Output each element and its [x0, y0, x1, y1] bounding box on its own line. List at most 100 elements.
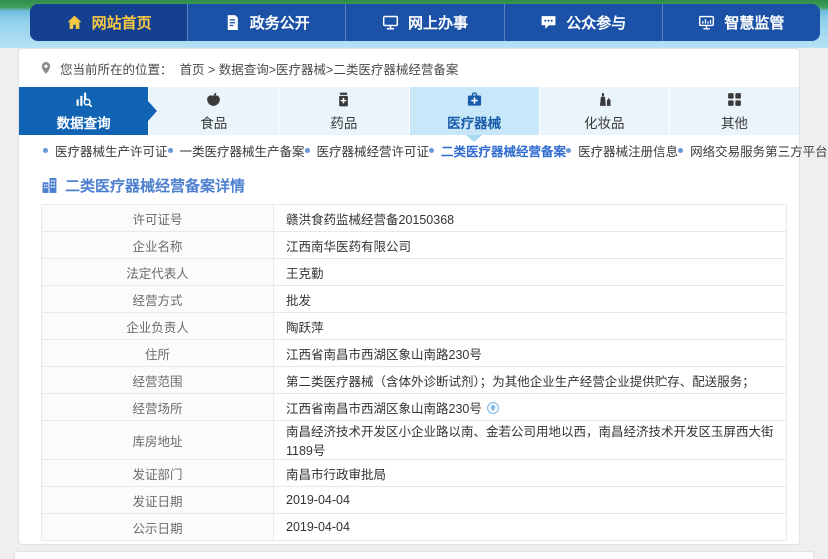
document-icon: [224, 14, 241, 31]
top-nav: 网站首页 政务公开 网上办事 公众参与 智慧监管: [30, 4, 820, 41]
row-value: 江西南华医药有限公司: [274, 232, 787, 259]
tab-5[interactable]: 化妆品: [540, 87, 670, 135]
row-value-text: 第二类医疗器械（含体外诊断试剂）；为其他企业生产经营企业提供贮存、配送服务；: [286, 375, 755, 389]
detail-table-body: 许可证号赣洪食药监械经营备20150368企业名称江西南华医药有限公司法定代表人…: [42, 205, 787, 541]
content-panel: 您当前所在的位置： 首页 > 数据查询>医疗器械>二类医疗器械经营备案 数据查询…: [18, 48, 800, 545]
breadcrumb: 您当前所在的位置： 首页 > 数据查询>医疗器械>二类医疗器械经营备案: [19, 49, 799, 87]
tab-6[interactable]: 其他: [670, 87, 799, 135]
detail-table: 许可证号赣洪食药监械经营备20150368企业名称江西南华医药有限公司法定代表人…: [41, 204, 787, 541]
tab-1[interactable]: 数据查询: [19, 87, 149, 135]
table-row: 企业负责人陶跃萍: [42, 313, 787, 340]
row-value: 赣洪食药监械经营备20150368: [274, 205, 787, 232]
row-value-text: 江西省南昌市西湖区象山南路230号: [286, 402, 482, 416]
subnav-item-label: 医疗器械注册信息: [578, 141, 678, 160]
table-row: 经营方式批发: [42, 286, 787, 313]
nav-item-5[interactable]: 智慧监管: [662, 4, 820, 41]
table-row: 发证日期 2019-04-04: [42, 487, 787, 514]
subnav-item-label: 二类医疗器械经营备案: [441, 141, 566, 160]
row-label: 库房地址: [42, 421, 274, 460]
medical-device-icon: [466, 91, 483, 108]
row-label: 许可证号: [42, 205, 274, 232]
sub-nav: 医疗器械生产许可证一类医疗器械生产备案医疗器械经营许可证二类医疗器械经营备案医疗…: [19, 135, 799, 165]
tab-2[interactable]: 食品: [149, 87, 279, 135]
nav-item-4[interactable]: 公众参与: [504, 4, 662, 41]
bullet-dot-icon: [305, 148, 310, 153]
subnav-item-2[interactable]: 一类医疗器械生产备案: [168, 141, 305, 160]
speech-bubble-icon: [540, 14, 557, 31]
subnav-item-label: 医疗器械生产许可证: [55, 141, 168, 160]
tab-label: 药品: [330, 112, 357, 132]
row-value: 2019-04-04: [274, 514, 787, 541]
row-label: 住所: [42, 340, 274, 367]
row-value: 南昌经济技术开发区小企业路以南、金若公司用地以西，南昌经济技术开发区玉屏西大街1…: [274, 421, 787, 460]
nav-item-label: 政务公开: [250, 12, 310, 33]
table-row: 住所江西省南昌市西湖区象山南路230号: [42, 340, 787, 367]
nav-item-label: 智慧监管: [724, 12, 784, 33]
nav-item-1[interactable]: 网站首页: [30, 4, 187, 41]
table-row: 许可证号赣洪食药监械经营备20150368: [42, 205, 787, 232]
bullet-dot-icon: [43, 148, 48, 153]
row-value-text: 南昌市行政审批局: [286, 468, 386, 482]
subnav-item-3[interactable]: 医疗器械经营许可证: [305, 141, 430, 160]
row-value-text: 江西南华医药有限公司: [286, 240, 411, 254]
row-value-text: 2019-04-04: [286, 493, 350, 507]
subnav-item-5[interactable]: 医疗器械注册信息: [566, 141, 678, 160]
nav-item-3[interactable]: 网上办事: [345, 4, 503, 41]
category-tabs: 数据查询 食品 药品 医疗器械 化妆品 其他: [19, 87, 799, 135]
row-value-text: 江西省南昌市西湖区象山南路230号: [286, 348, 482, 362]
location-pin-icon: [39, 61, 53, 75]
table-row: 经营范围第二类医疗器械（含体外诊断试剂）；为其他企业生产经营企业提供贮存、配送服…: [42, 367, 787, 394]
row-value: 南昌市行政审批局: [274, 460, 787, 487]
table-row: 经营场所江西省南昌市西湖区象山南路230号: [42, 394, 787, 421]
row-value: 江西省南昌市西湖区象山南路230号: [274, 394, 787, 421]
monitor-icon: [382, 14, 399, 31]
cosmetics-icon: [596, 91, 613, 108]
location-circle-icon[interactable]: [486, 401, 500, 415]
nav-item-2[interactable]: 政务公开: [187, 4, 345, 41]
table-row: 法定代表人王克勤: [42, 259, 787, 286]
tab-3[interactable]: 药品: [279, 87, 409, 135]
breadcrumb-prefix: 您当前所在的位置：: [60, 59, 173, 78]
table-row: 发证部门南昌市行政审批局: [42, 460, 787, 487]
page: 网站首页 政务公开 网上办事 公众参与 智慧监管 您当前所在的位置： 首页 > 数据查询…: [0, 0, 828, 559]
tab-label: 化妆品: [584, 112, 625, 132]
tab-label: 医疗器械: [447, 112, 501, 132]
home-icon: [66, 14, 83, 31]
row-value: 批发: [274, 286, 787, 313]
row-value-text: 王克勤: [286, 267, 324, 281]
bullet-dot-icon: [566, 148, 571, 153]
subnav-item-6[interactable]: 网络交易服务第三方平台备案: [678, 141, 828, 160]
nav-item-label: 网上办事: [408, 12, 468, 33]
tab-label: 数据查询: [57, 112, 111, 132]
detail-title-text: 二类医疗器械经营备案详情: [65, 175, 245, 196]
row-label: 公示日期: [42, 514, 274, 541]
row-value: 江西省南昌市西湖区象山南路230号: [274, 340, 787, 367]
bullet-dot-icon: [168, 148, 173, 153]
building-icon: [41, 177, 58, 194]
tab-label: 食品: [200, 112, 227, 132]
row-label: 法定代表人: [42, 259, 274, 286]
other-grid-icon: [726, 91, 743, 108]
row-value-text: 2019-04-04: [286, 520, 350, 534]
drug-icon: [335, 91, 352, 108]
subnav-item-4[interactable]: 二类医疗器械经营备案: [429, 141, 566, 160]
row-value: 陶跃萍: [274, 313, 787, 340]
breadcrumb-path[interactable]: 首页 > 数据查询>医疗器械>二类医疗器械经营备案: [180, 59, 459, 78]
row-value-text: 南昌经济技术开发区小企业路以南、金若公司用地以西，南昌经济技术开发区玉屏西大街1…: [286, 425, 774, 458]
row-value-text: 陶跃萍: [286, 321, 324, 335]
footer-panel: [14, 551, 814, 559]
subnav-item-label: 网络交易服务第三方平台备案: [690, 141, 828, 160]
subnav-item-label: 医疗器械经营许可证: [317, 141, 430, 160]
row-label: 经营范围: [42, 367, 274, 394]
nav-item-label: 公众参与: [566, 12, 626, 33]
detail-title: 二类医疗器械经营备案详情: [41, 175, 777, 196]
subnav-item-1[interactable]: 医疗器械生产许可证: [43, 141, 168, 160]
tab-4[interactable]: 医疗器械: [410, 87, 540, 135]
row-label: 企业负责人: [42, 313, 274, 340]
row-label: 发证部门: [42, 460, 274, 487]
table-row: 库房地址南昌经济技术开发区小企业路以南、金若公司用地以西，南昌经济技术开发区玉屏…: [42, 421, 787, 460]
table-row: 企业名称江西南华医药有限公司: [42, 232, 787, 259]
tab-label: 其他: [721, 112, 748, 132]
row-value: 2019-04-04: [274, 487, 787, 514]
row-label: 发证日期: [42, 487, 274, 514]
